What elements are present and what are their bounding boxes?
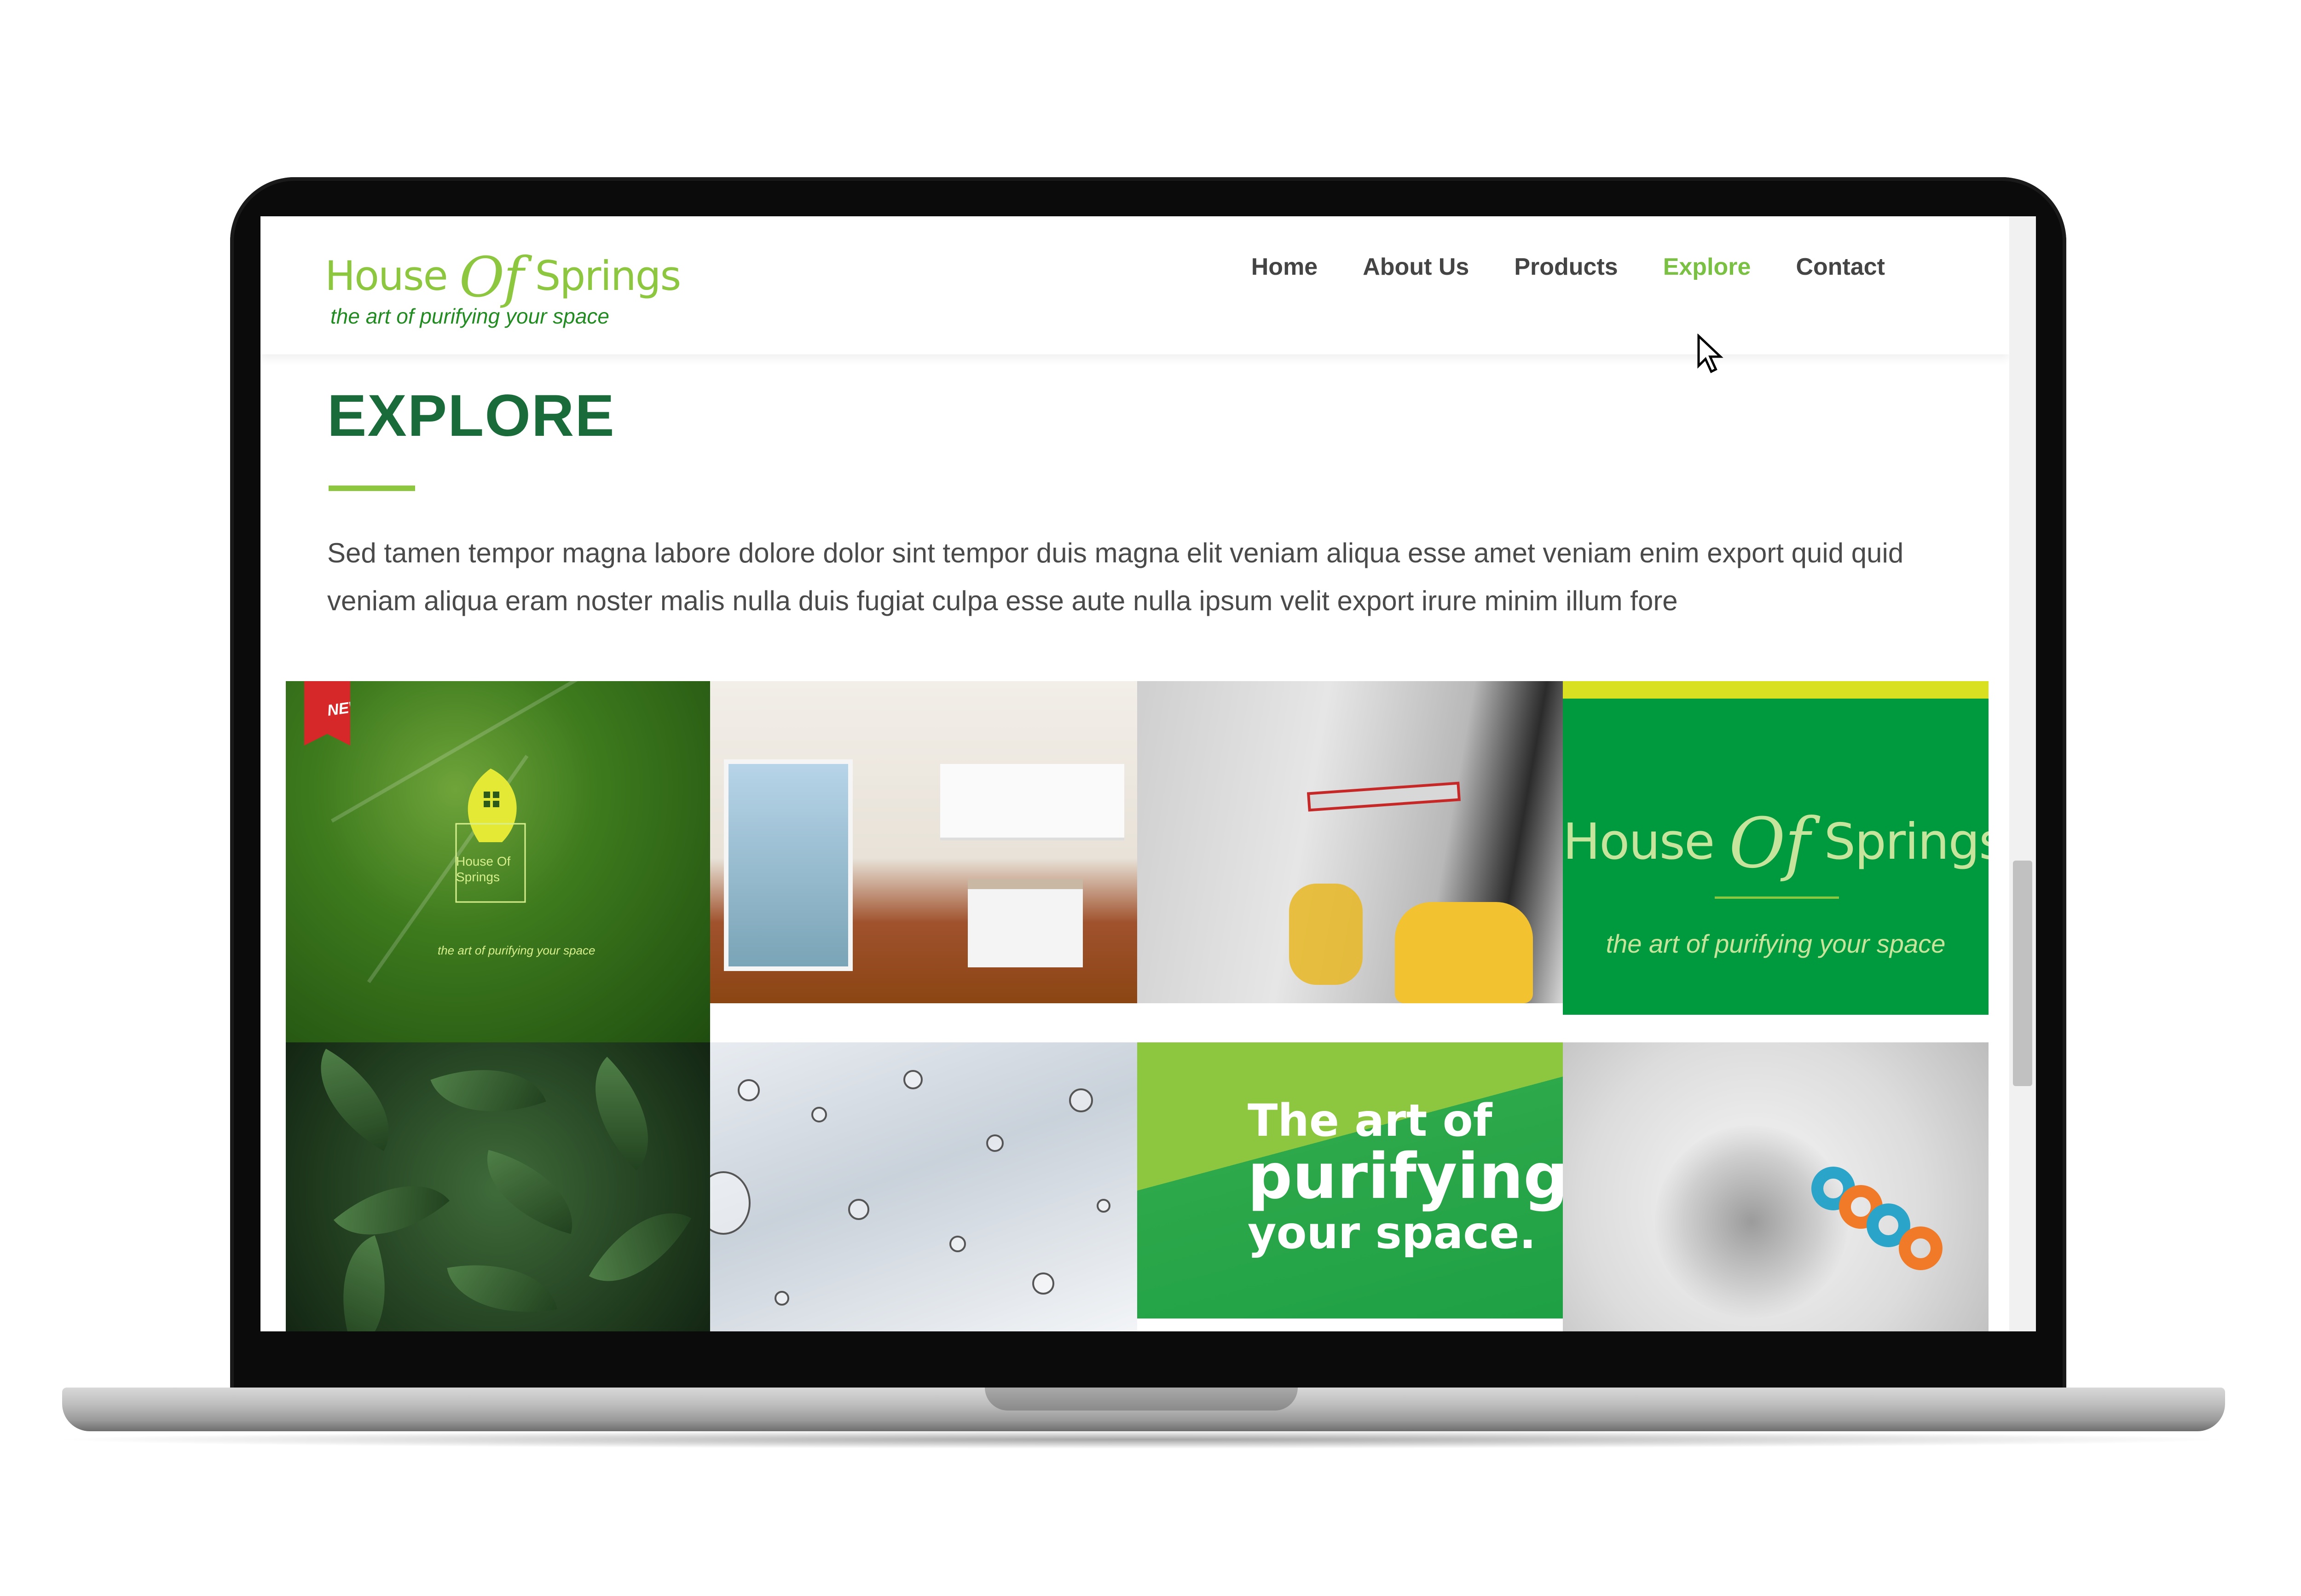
logo-word-house: House	[325, 252, 448, 300]
gallery-tile-leaf-logo[interactable]: NEW House Of Springs the art of purifyin…	[286, 681, 710, 1042]
leaf-shape	[447, 1250, 557, 1327]
glove-left	[1289, 884, 1363, 985]
page-title: EXPLORE	[327, 383, 615, 449]
browser-viewport: House Of Springs the art of purifying yo…	[260, 216, 2036, 1331]
tile1-logo-text: House Of Springs	[456, 854, 510, 885]
tile4-tagline: the art of purifying your space	[1606, 929, 1946, 958]
water-drop	[710, 1171, 751, 1235]
tile4-wordmark: House Of Springs	[1563, 795, 1989, 884]
gallery-tile-kitchen[interactable]	[710, 681, 1137, 1003]
tile1-logo-line2: Springs	[456, 870, 500, 884]
gallery-tile-window-cleaning[interactable]	[1137, 681, 1563, 1003]
gallery-tile-slogan[interactable]: The art of purifying your space.	[1137, 1042, 1563, 1318]
leaf-shape	[473, 1150, 587, 1234]
leaf-logo-icon	[455, 769, 526, 903]
logo-word-of: Of	[459, 246, 524, 310]
explore-gallery: NEW House Of Springs the art of purifyin…	[286, 681, 1989, 1331]
kitchen-window	[724, 759, 853, 971]
gallery-tile-dark-leaves[interactable]	[286, 1042, 710, 1331]
tile1-logo-line1: House Of	[456, 854, 511, 868]
site-header: House Of Springs the art of purifying yo…	[260, 216, 2009, 354]
slogan-text: The art of purifying your space.	[1248, 1098, 1563, 1256]
gallery-tile-water-drops[interactable]	[710, 1042, 1137, 1331]
water-drop	[738, 1079, 760, 1101]
laptop-notch	[985, 1388, 1298, 1411]
ring-icon	[1899, 1226, 1943, 1270]
nav-contact[interactable]: Contact	[1796, 253, 1885, 281]
gallery-tile-toilet-rings[interactable]	[1563, 1042, 1989, 1331]
water-drop	[775, 1291, 789, 1306]
new-badge: NEW	[304, 681, 350, 746]
kitchen-cabinets	[940, 764, 1124, 840]
leaf-shape	[565, 1057, 679, 1171]
tile4-word-springs: Springs	[1824, 813, 1989, 871]
tile1-caption: the art of purifying your space	[438, 943, 595, 957]
scrollbar-thumb[interactable]	[2013, 861, 2032, 1086]
tile4-word-house: House	[1563, 813, 1715, 871]
leaf-shape	[296, 1048, 414, 1151]
water-drop	[811, 1107, 827, 1122]
title-underline	[329, 486, 415, 491]
nav-home[interactable]: Home	[1251, 253, 1318, 281]
slogan-line3: your space.	[1248, 1207, 1536, 1259]
leaf-shape	[333, 1155, 450, 1266]
logo-word-springs: Springs	[535, 252, 682, 300]
tile4-divider	[1715, 896, 1839, 899]
logo-wordmark: House Of Springs	[325, 239, 682, 310]
leaf-shape	[430, 1045, 546, 1136]
water-drop	[1069, 1088, 1093, 1112]
slogan-line2: purifying	[1248, 1140, 1563, 1213]
water-drop	[986, 1134, 1004, 1152]
leaf-shape	[318, 1235, 410, 1331]
water-drop	[848, 1199, 869, 1220]
site-logo[interactable]: House Of Springs the art of purifying yo…	[325, 235, 681, 331]
kitchen-island	[968, 879, 1083, 967]
toilet-bowl	[1655, 1125, 1848, 1318]
water-drop	[949, 1236, 966, 1252]
squeegee	[1307, 781, 1461, 812]
laptop-shadow	[46, 1430, 2237, 1449]
leaf-shape	[589, 1188, 692, 1306]
intro-paragraph: Sed tamen tempor magna labore dolore dol…	[327, 538, 1904, 616]
vertical-scrollbar[interactable]	[2009, 216, 2036, 1331]
gallery-tile-brand-logo[interactable]: House Of Springs the art of purifying yo…	[1563, 681, 1989, 1015]
glove-right	[1395, 902, 1533, 1003]
water-drop	[1032, 1272, 1054, 1295]
water-drop	[1097, 1199, 1110, 1213]
new-badge-label: NEW	[326, 697, 365, 720]
cursor-icon	[1697, 334, 1723, 373]
slogan-line1: The art of	[1248, 1095, 1492, 1146]
tile4-word-of: Of	[1729, 804, 1810, 884]
logo-tagline: the art of purifying your space	[330, 304, 609, 328]
nav-explore[interactable]: Explore	[1663, 253, 1751, 281]
nav-about-us[interactable]: About Us	[1363, 253, 1469, 281]
water-drop	[903, 1070, 923, 1089]
main-nav: Home About Us Products Explore Contact	[1251, 253, 1885, 281]
nav-products[interactable]: Products	[1514, 253, 1618, 281]
